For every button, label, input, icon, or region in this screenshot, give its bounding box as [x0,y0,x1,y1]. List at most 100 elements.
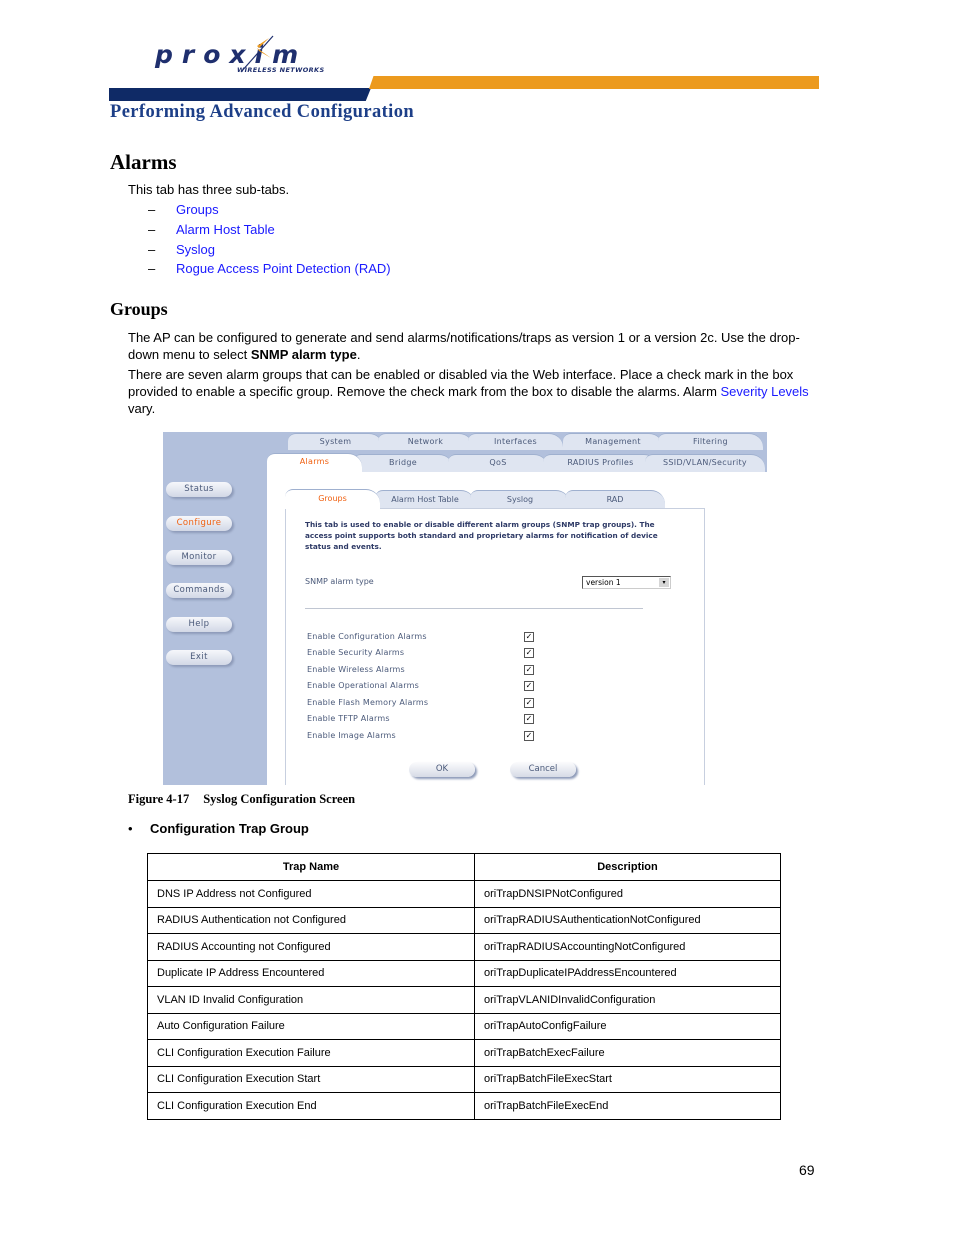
bullet: • [128,821,133,836]
alarm-option-security: Enable Security Alarms [307,648,404,660]
dash: – [148,261,156,277]
header-band-orange [369,76,819,89]
checkbox-security-alarms[interactable]: ✓ [524,648,534,658]
link-rad[interactable]: Rogue Access Point Detection (RAD) [176,261,391,281]
table-row: Auto Configuration Failure oriTrapAutoCon… [147,1012,781,1040]
trap-description: oriTrapBatchExecFailure [474,1039,781,1067]
trap-name: CLI Configuration Execution Start [147,1065,475,1093]
tab-management[interactable]: Management [563,433,663,450]
figure-caption: Figure 4-17 Syslog Configuration Screen [128,792,355,807]
header-band-navy [109,88,371,101]
tab-system[interactable]: System [288,433,383,450]
trap-group-heading: • Configuration Trap Group [128,821,309,836]
trap-description: oriTrapBatchFileExecEnd [474,1092,781,1120]
trap-name: Duplicate IP Address Encountered [147,959,475,987]
alarm-option-configuration: Enable Configuration Alarms [307,632,427,644]
alarms-heading: Alarms [110,150,177,174]
checkbox-wireless-alarms[interactable]: ✓ [524,665,534,675]
trap-description: oriTrapDuplicateIPAddressEncountered [474,959,781,987]
text: . [356,347,361,362]
column-header-trap-name: Trap Name [147,853,475,881]
checkbox-operational-alarms[interactable]: ✓ [524,681,534,691]
alarm-option-operational: Enable Operational Alarms [307,681,419,693]
alarms-groups-screenshot: System Network Interfaces Management Fil… [163,432,767,785]
alarm-option-label: Enable Image Alarms [307,731,396,740]
figure-number: Figure 4-17 [128,792,190,806]
trap-name: RADIUS Authentication not Configured [147,906,475,934]
subtab-syslog[interactable]: Syslog [470,490,570,508]
trap-name: VLAN ID Invalid Configuration [147,986,475,1014]
checkbox-flash-memory-alarms[interactable]: ✓ [524,698,534,708]
alarms-intro: This tab has three sub-tabs. [128,182,290,197]
alarm-option-label: Enable Operational Alarms [307,681,419,690]
tab-radius-profiles[interactable]: RADIUS Profiles [543,454,658,472]
text: The AP can be configured to generate and… [128,330,800,362]
cancel-button[interactable]: Cancel [510,762,576,777]
groups-paragraph-1: The AP can be configured to generate and… [128,329,828,363]
bold-term: SNMP alarm type [250,347,357,362]
alarm-option-label: Enable TFTP Alarms [307,714,390,723]
alarm-option-image: Enable Image Alarms [307,731,396,743]
tab-filtering[interactable]: Filtering [658,433,763,450]
subtab-list-item: – Alarm Host Table [148,222,391,242]
table-header-row: Trap Name Description [147,853,781,881]
subtab-alarm-host-table[interactable]: Alarm Host Table [375,490,475,508]
link-syslog[interactable]: Syslog [176,242,215,262]
text: vary. [128,401,156,416]
groups-description: This tab is used to enable or disable di… [305,520,658,551]
nav-monitor-button[interactable]: Monitor [166,550,232,565]
proxim-logo: proxim WIRELESS NETWORKS [155,35,330,78]
trap-description: oriTrapVLANIDInvalidConfiguration [474,986,781,1014]
alarm-option-wireless: Enable Wireless Alarms [307,665,405,677]
figure-title: Syslog Configuration Screen [203,792,356,806]
nav-configure-button[interactable]: Configure [166,516,232,531]
nav-help-button[interactable]: Help [166,617,232,632]
checkbox-configuration-alarms[interactable]: ✓ [524,632,534,642]
ok-button[interactable]: OK [409,762,475,777]
tab-interfaces[interactable]: Interfaces [468,433,563,450]
tab-qos[interactable]: QoS [448,454,548,472]
trap-name: RADIUS Accounting not Configured [147,933,475,961]
tab-bridge[interactable]: Bridge [353,454,453,472]
alarm-option-tftp: Enable TFTP Alarms [307,714,390,726]
snmp-alarm-type-select[interactable]: version 1 ▾ [582,576,671,589]
page-number: 69 [799,1162,815,1178]
divider [305,608,643,609]
chevron-down-icon[interactable]: ▾ [659,578,669,587]
trap-name: DNS IP Address not Configured [147,880,475,908]
nav-status-button[interactable]: Status [166,482,232,497]
groups-heading: Groups [110,299,168,319]
dash: – [148,241,156,257]
subtab-rad[interactable]: RAD [565,490,665,508]
subtab-groups[interactable]: Groups [285,489,380,509]
nav-commands-button[interactable]: Commands [166,583,232,598]
subtab-list: – Groups – Alarm Host Table – Syslog – Rogue… [148,202,391,281]
nav-exit-button[interactable]: Exit [166,650,232,665]
trap-name: CLI Configuration Execution Failure [147,1039,475,1067]
snmp-alarm-type-value: version 1 [586,578,621,587]
link-groups[interactable]: Groups [176,202,219,222]
checkbox-tftp-alarms[interactable]: ✓ [524,714,534,724]
trap-table: Trap Name Description DNS IP Address not… [147,853,781,1120]
tab-alarms[interactable]: Alarms [267,453,362,473]
logo-tagline: WIRELESS NETWORKS [237,66,325,74]
tab-network[interactable]: Network [378,433,473,450]
trap-description: oriTrapRADIUSAccountingNotConfigured [474,933,781,961]
link-alarm-host-table[interactable]: Alarm Host Table [176,222,275,242]
trap-group-title: Configuration Trap Group [150,821,309,836]
logo-wordmark: proxim [155,40,308,69]
table-row: RADIUS Accounting not Configured oriTrapR… [147,933,781,961]
alarm-option-label: Enable Flash Memory Alarms [307,698,429,707]
snmp-alarm-type-label: SNMP alarm type [305,577,374,586]
checkbox-image-alarms[interactable]: ✓ [524,731,534,741]
trap-description: oriTrapAutoConfigFailure [474,1012,781,1040]
tab-ssid-vlan-security[interactable]: SSID/VLAN/Security [645,454,765,472]
dash: – [148,202,156,217]
alarm-option-label: Enable Wireless Alarms [307,665,405,674]
alarm-option-flash-memory: Enable Flash Memory Alarms [307,698,428,710]
link-severity-levels[interactable]: Severity Levels [721,384,809,399]
subtab-list-item: – Syslog [148,242,391,262]
table-row: VLAN ID Invalid Configuration oriTrapVLAN… [147,986,781,1014]
alarm-option-label: Enable Configuration Alarms [307,632,427,641]
groups-paragraph-2: There are seven alarm groups that can be… [128,366,828,417]
